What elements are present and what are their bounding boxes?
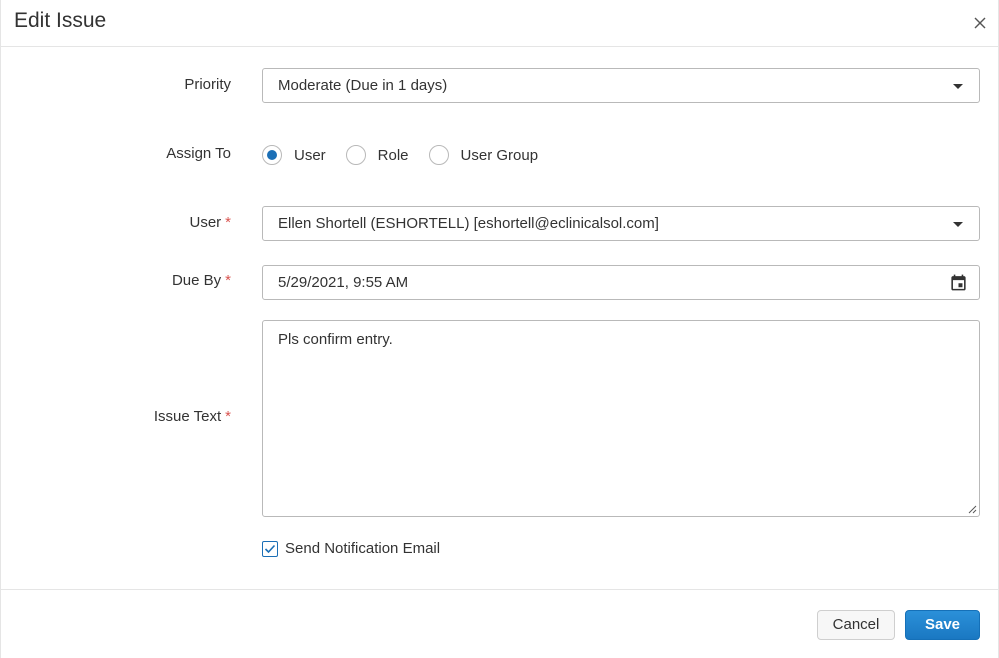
assign-to-label-text: Assign To — [166, 145, 231, 162]
user-value: Ellen Shortell (ESHORTELL) [eshortell@ec… — [278, 215, 659, 232]
priority-value: Moderate (Due in 1 days) — [278, 77, 448, 94]
send-notification-option[interactable]: Send Notification Email — [262, 540, 440, 557]
calendar-icon[interactable] — [949, 273, 968, 292]
priority-label: Priority — [31, 76, 231, 93]
priority-label-text: Priority — [184, 76, 231, 93]
required-marker: * — [225, 408, 231, 425]
chevron-down-icon — [953, 84, 963, 89]
issue-text-label-text: Issue Text — [153, 408, 222, 425]
required-marker: * — [225, 272, 231, 289]
issue-text-textarea[interactable]: Pls confirm entry. — [262, 320, 980, 517]
edit-issue-dialog: Edit Issue Priority Moderate (Due in 1 d… — [0, 0, 999, 658]
radio-selected-dot — [267, 150, 277, 160]
radio-user-label: User — [294, 146, 326, 164]
send-notification-checkbox[interactable] — [262, 540, 278, 557]
radio-role-label: Role — [377, 146, 409, 164]
chevron-down-icon — [953, 222, 963, 227]
close-button[interactable] — [972, 15, 988, 31]
cancel-button[interactable]: Cancel — [817, 610, 895, 640]
assign-to-radio-group: User Role User Group — [262, 145, 558, 165]
due-by-input[interactable]: 5/29/2021, 9:55 AM — [262, 265, 980, 300]
checkmark-icon — [264, 544, 276, 553]
dialog-header: Edit Issue — [1, 0, 998, 47]
issue-text-value: Pls confirm entry. — [278, 331, 393, 348]
save-button[interactable]: Save — [905, 610, 980, 640]
radio-user-group-label: User Group — [460, 146, 539, 164]
assign-to-label: Assign To — [31, 145, 231, 162]
user-select[interactable]: Ellen Shortell (ESHORTELL) [eshortell@ec… — [262, 206, 980, 241]
issue-text-label: Issue Text * — [31, 408, 231, 425]
due-by-label: Due By * — [31, 272, 231, 289]
radio-role[interactable] — [345, 145, 366, 165]
radio-user-group[interactable] — [428, 145, 449, 165]
due-by-value: 5/29/2021, 9:55 AM — [278, 274, 409, 291]
priority-select[interactable]: Moderate (Due in 1 days) — [262, 68, 980, 103]
resize-handle-icon[interactable] — [967, 504, 977, 514]
due-by-label-text: Due By — [171, 272, 222, 289]
send-notification-label: Send Notification Email — [285, 540, 441, 557]
dialog-footer: Cancel Save — [1, 589, 998, 658]
radio-user[interactable] — [262, 145, 282, 165]
radio-option-user[interactable]: User — [262, 145, 326, 165]
radio-option-user-group[interactable]: User Group — [428, 145, 539, 165]
radio-option-role[interactable]: Role — [345, 145, 409, 165]
user-label: User * — [31, 214, 231, 231]
close-icon — [974, 17, 986, 29]
user-label-text: User — [189, 214, 222, 231]
dialog-title: Edit Issue — [14, 9, 107, 32]
required-marker: * — [225, 214, 231, 231]
